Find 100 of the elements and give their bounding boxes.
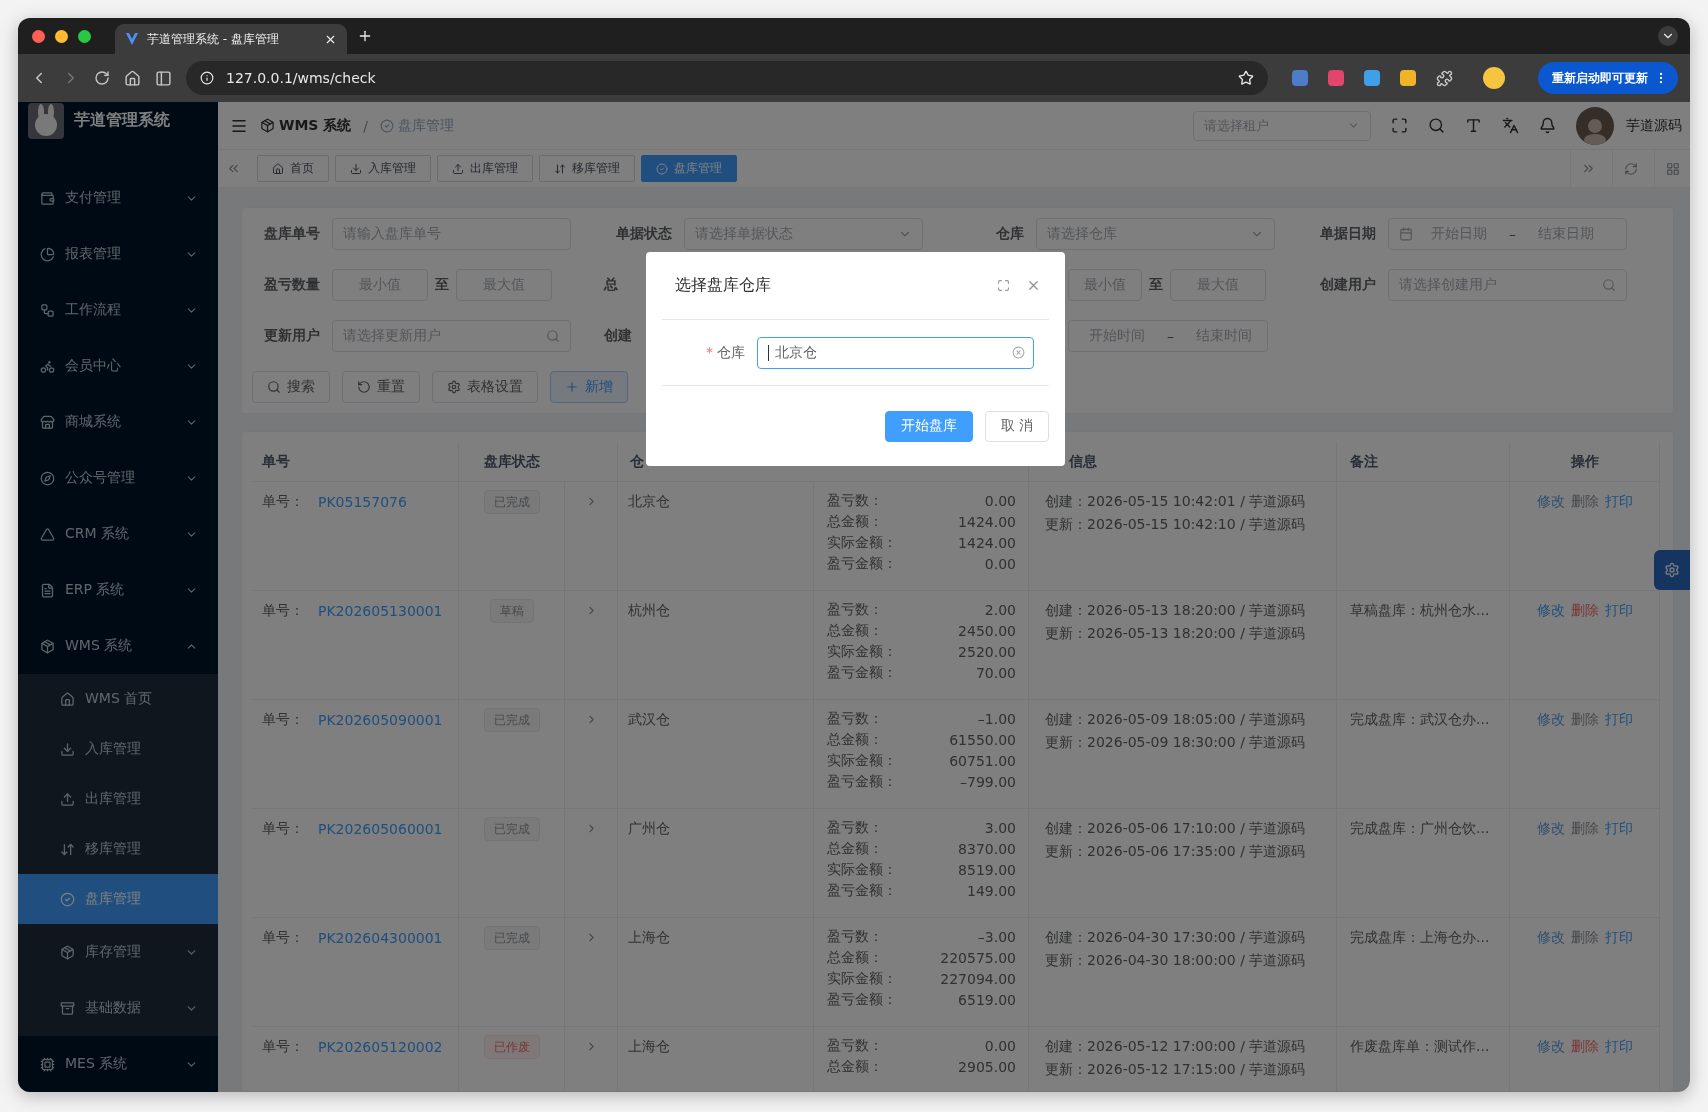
order-number-link[interactable]: PK202605120002 [318, 1038, 443, 1055]
page-tab[interactable]: 首页 [257, 155, 329, 182]
menu-item[interactable]: 出库管理 [18, 774, 218, 824]
order-number-link[interactable]: PK202605090001 [318, 711, 443, 728]
update-button[interactable]: 重新启动即可更新 [1538, 62, 1678, 94]
package-icon [60, 944, 75, 960]
amount-value: 2905.00 [958, 1058, 1016, 1075]
amount-label: 总金额： [827, 839, 883, 858]
browser-tab[interactable]: 芋道管理系统 - 盘库管理 [115, 24, 347, 54]
menu-item[interactable]: 支付管理 [18, 170, 218, 226]
menu-item[interactable]: 公众号管理 [18, 450, 218, 506]
action-button[interactable]: 新增 [550, 371, 628, 403]
warehouse-text: 上海仓 [628, 1037, 670, 1056]
menu-item[interactable]: CRM 系统 [18, 506, 218, 562]
menu-item[interactable]: 移库管理 [18, 824, 218, 874]
minimize-window-button[interactable] [55, 29, 68, 43]
updated-info: 更新：2026-05-12 17:15:00 / 芋道源码 [1045, 1060, 1306, 1079]
page-tab[interactable]: 入库管理 [335, 155, 431, 182]
delete-link[interactable]: 删除 [1570, 601, 1599, 620]
action-button[interactable]: 搜索 [252, 371, 330, 403]
info-icon [200, 71, 214, 85]
menu-item[interactable]: 库存管理 [18, 924, 218, 980]
number-label: 单号： [262, 928, 304, 947]
edit-link[interactable]: 修改 [1536, 601, 1565, 620]
amount-value: –799.00 [960, 773, 1016, 790]
amount-label: 总金额： [827, 948, 883, 967]
user-avatar[interactable] [1576, 106, 1614, 145]
order-number-link[interactable]: PK05157076 [318, 493, 407, 510]
print-link[interactable]: 打印 [1604, 601, 1633, 620]
font-size-icon [1465, 117, 1482, 134]
start-button[interactable]: 开始盘库 [884, 410, 973, 442]
filter-label: 单据日期 [1319, 225, 1377, 243]
menu-item[interactable]: 工作流程 [18, 282, 218, 338]
menu-item[interactable]: WMS 系统 [18, 618, 218, 674]
amount-value: 8370.00 [958, 840, 1016, 857]
created-info: 创建：2026-05-13 18:20:00 / 芋道源码 [1045, 601, 1306, 620]
address-bar[interactable]: 127.0.0.1/wms/check [186, 61, 1268, 95]
extension-icon[interactable] [1292, 70, 1308, 86]
amount-value: 2.00 [984, 601, 1016, 618]
logo-icon [28, 102, 64, 139]
user-name[interactable]: 芋道源码 [1626, 116, 1682, 135]
filter-label: 创建 [604, 327, 632, 345]
page-tab[interactable]: 出库管理 [437, 155, 533, 182]
pie-chart-icon [40, 246, 55, 262]
amount-label: 盈亏金额： [827, 663, 897, 682]
column-header: 盘库状态 [459, 442, 618, 482]
order-number-link[interactable]: PK202604300001 [318, 929, 443, 946]
amount-label: 盈亏数： [827, 1036, 883, 1055]
column-header: 备注 [1337, 442, 1510, 482]
amount-label: 盈亏金额： [827, 990, 897, 1009]
page-tab[interactable]: 盘库管理 [641, 155, 737, 182]
search-icon [546, 329, 560, 343]
filter-label: 总 [604, 276, 618, 294]
order-number-link[interactable]: PK202605130001 [318, 602, 443, 619]
warehouse-field[interactable]: 北京仓 [757, 336, 1034, 369]
home-icon [124, 69, 141, 87]
print-link[interactable]: 打印 [1604, 492, 1633, 511]
print-link[interactable]: 打印 [1604, 710, 1633, 729]
delete-link[interactable]: 删除 [1570, 1037, 1599, 1056]
settings-button[interactable] [1654, 550, 1690, 590]
menu-item[interactable]: 入库管理 [18, 724, 218, 774]
menu-item[interactable]: ERP 系统 [18, 562, 218, 618]
order-number-link[interactable]: PK202605060001 [318, 820, 443, 837]
menu-item[interactable]: 报表管理 [18, 226, 218, 282]
amount-label: 盈亏金额： [827, 772, 897, 791]
menu-item[interactable]: 会员中心 [18, 338, 218, 394]
amount-value: 2450.00 [958, 622, 1016, 639]
maximize-window-button[interactable] [78, 29, 91, 43]
action-button[interactable]: 重置 [342, 371, 420, 403]
range-separator: 至 [434, 276, 450, 294]
extension-icon[interactable] [1400, 70, 1416, 86]
breadcrumb-item[interactable]: WMS 系统 [260, 116, 352, 135]
search-icon [267, 380, 281, 394]
menu-item[interactable]: MES 系统 [18, 1036, 218, 1092]
check-circle-icon [60, 891, 75, 907]
page-tab[interactable]: 移库管理 [539, 155, 635, 182]
menu-item[interactable]: WMS 首页 [18, 674, 218, 724]
filter-label: 单据状态 [615, 225, 673, 243]
print-link[interactable]: 打印 [1604, 928, 1633, 947]
menu-item[interactable]: 商城系统 [18, 394, 218, 450]
print-link[interactable]: 打印 [1604, 819, 1633, 838]
menu-item[interactable]: 盘库管理 [18, 874, 218, 924]
extension-icon[interactable] [1364, 70, 1380, 86]
cancel-button[interactable]: 取 消 [984, 410, 1049, 442]
reload-icon [94, 70, 110, 86]
amount-value: 8519.00 [958, 861, 1016, 878]
star-icon [1238, 70, 1254, 86]
package-icon [260, 118, 275, 133]
amount-value: 2520.00 [958, 643, 1016, 660]
menu-item[interactable]: 基础数据 [18, 980, 218, 1036]
refresh-icon [1623, 161, 1638, 176]
print-link[interactable]: 打印 [1604, 1037, 1633, 1056]
amount-label: 盈亏数： [827, 927, 883, 946]
amount-label: 盈亏数： [827, 491, 883, 510]
amount-label: 总金额： [827, 621, 883, 640]
profile-icon[interactable] [1483, 67, 1505, 89]
extension-icon[interactable] [1328, 70, 1344, 86]
close-window-button[interactable] [32, 29, 45, 43]
amount-label: 实际金额： [827, 642, 897, 661]
action-button[interactable]: 表格设置 [432, 371, 538, 403]
